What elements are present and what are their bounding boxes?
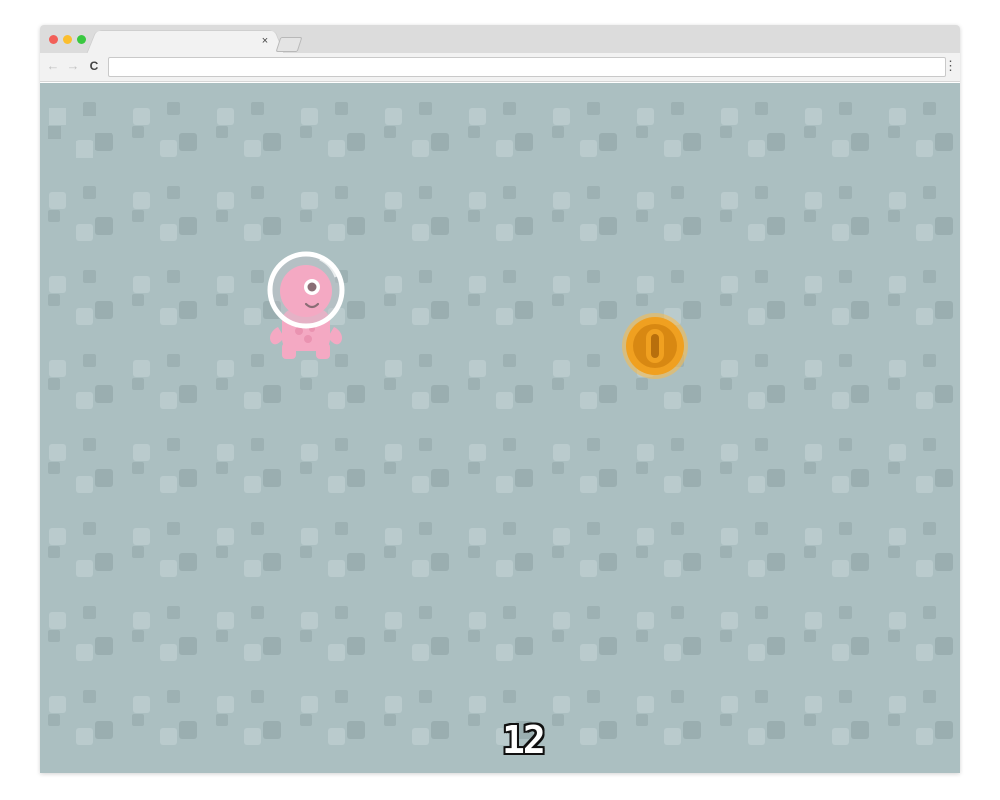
browser-window: × ← → C ⋮ 12 (40, 25, 960, 773)
minimize-window-icon[interactable] (63, 35, 72, 44)
game-canvas[interactable]: 12 (40, 83, 960, 773)
maximize-window-icon[interactable] (77, 35, 86, 44)
browser-menu-icon[interactable]: ⋮ (944, 58, 957, 74)
address-bar[interactable] (108, 57, 946, 77)
gold-coin-icon[interactable] (620, 311, 690, 381)
new-tab-button[interactable] (275, 37, 303, 52)
back-arrow-icon[interactable]: ← (46, 58, 60, 74)
reload-icon[interactable]: C (87, 58, 101, 74)
background-tile-pattern (40, 83, 960, 773)
close-window-icon[interactable] (49, 35, 58, 44)
score-counter: 12 (501, 718, 547, 762)
browser-tab[interactable]: × (98, 31, 273, 53)
tab-close-icon[interactable]: × (259, 34, 271, 48)
browser-toolbar: ← → C ⋮ (40, 53, 960, 82)
forward-arrow-icon[interactable]: → (66, 58, 80, 74)
browser-titlebar: × (40, 25, 960, 53)
pink-alien-astronaut-icon (267, 251, 345, 359)
